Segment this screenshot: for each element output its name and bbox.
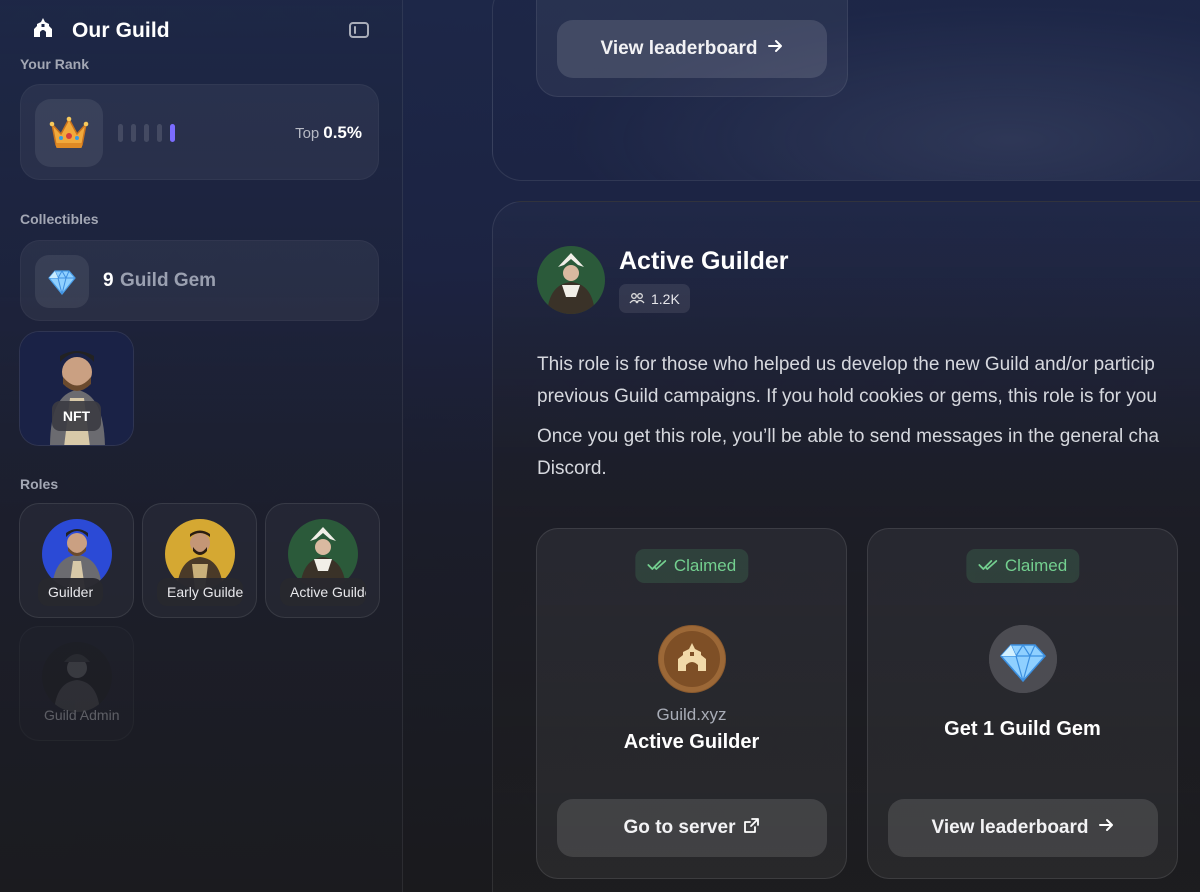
nft-badge: NFT (52, 401, 101, 431)
claimed-badge: Claimed (634, 549, 749, 583)
double-check-icon (646, 556, 667, 576)
role-tile-guilder[interactable]: Guilder (19, 503, 134, 618)
rank-card[interactable]: Top 0.5% (20, 84, 379, 180)
role-label-active-guilder: Active Guilder (280, 578, 366, 606)
guild-logo-icon (657, 625, 726, 693)
collectibles-section-label: Collectibles (20, 211, 99, 227)
reward-title: Active Guilder (623, 731, 760, 753)
role-tile-active-guilder[interactable]: Active Guilder (265, 503, 380, 618)
rank-progress-bars (118, 124, 175, 142)
rank-section-label: Your Rank (20, 56, 89, 72)
view-leaderboard-label: View leaderboard (931, 817, 1089, 838)
nft-collectible-tile[interactable]: NFT (19, 331, 134, 446)
gem-icon (988, 625, 1057, 693)
rank-bar-3 (144, 124, 149, 142)
role-detail-avatar (537, 246, 605, 314)
rank-bar-5 (170, 124, 175, 142)
top-reward-card: View leaderboard (536, 0, 848, 97)
go-to-server-button[interactable]: Go to server (557, 799, 827, 857)
role-description-line-4: Discord. (537, 458, 607, 479)
sidebar-collapse-icon[interactable] (349, 22, 369, 38)
reward-card-guild-role: Claimed Guild.xyz Active Guilder Go to s… (536, 528, 847, 879)
rank-value: 0.5% (323, 123, 362, 142)
claimed-label: Claimed (673, 556, 737, 575)
rank-bar-1 (118, 124, 123, 142)
role-label-guilder: Guilder (38, 578, 104, 606)
guild-title: Our Guild (72, 18, 170, 42)
top-role-panel: View leaderboard (492, 0, 1200, 181)
gem-collectible-card[interactable]: 9 Guild Gem (20, 240, 379, 321)
role-detail-panel: Active Guilder 1.2K This role is for tho… (492, 201, 1200, 892)
role-description-line-3: Once you get this role, you’ll be able t… (537, 426, 1160, 447)
reward-platform: Guild.xyz (656, 705, 727, 724)
role-label-early-guilder: Early Guilder (157, 578, 243, 606)
external-link-icon (743, 817, 760, 840)
members-icon (629, 291, 645, 307)
gem-icon (35, 255, 89, 308)
rank-prefix: Top (295, 125, 320, 142)
view-leaderboard-button[interactable]: View leaderboard (888, 799, 1158, 857)
role-description-line-1: This role is for those who helped us dev… (537, 354, 1155, 375)
arrow-right-icon (1097, 816, 1115, 840)
role-tile-guild-admin[interactable]: Guild Admin (19, 626, 134, 741)
view-leaderboard-label-top: View leaderboard (600, 38, 758, 59)
arrow-right-icon (766, 37, 784, 61)
crown-icon (35, 99, 103, 167)
role-tile-early-guilder[interactable]: Early Guilder (142, 503, 257, 618)
view-leaderboard-button-top[interactable]: View leaderboard (557, 20, 827, 78)
sidebar-header: Our Guild (32, 17, 170, 44)
guild-logo-icon (32, 17, 54, 44)
gem-name: Guild Gem (120, 270, 217, 291)
rank-bar-4 (157, 124, 162, 142)
member-count-chip: 1.2K (619, 284, 690, 313)
member-count: 1.2K (651, 290, 680, 307)
role-detail-title: Active Guilder (619, 247, 789, 275)
roles-section-label: Roles (20, 476, 59, 492)
claimed-label: Claimed (1004, 556, 1068, 575)
rank-text: Top 0.5% (295, 123, 362, 143)
role-label-guild-admin: Guild Admin (44, 707, 120, 723)
go-to-server-label: Go to server (623, 817, 736, 838)
reward-card-guild-gem: Claimed Get 1 Guild Gem View leaderboard (867, 528, 1178, 879)
double-check-icon (977, 556, 998, 576)
claimed-badge: Claimed (965, 549, 1080, 583)
role-description-line-2: previous Guild campaigns. If you hold co… (537, 386, 1157, 407)
rank-bar-2 (131, 124, 136, 142)
gem-count: 9 (103, 270, 114, 291)
reward-title: Get 1 Guild Gem (944, 718, 1101, 740)
